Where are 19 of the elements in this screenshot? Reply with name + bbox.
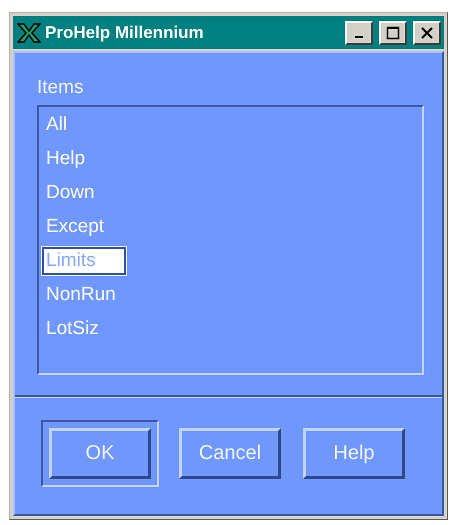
- list-item[interactable]: Help: [42, 145, 90, 173]
- list-item[interactable]: NonRun: [42, 281, 120, 309]
- list-item[interactable]: Limits: [42, 247, 126, 275]
- close-button[interactable]: [413, 20, 441, 44]
- minimize-icon: [355, 36, 363, 38]
- list-label: Items: [37, 77, 84, 99]
- list-item[interactable]: Down: [42, 179, 99, 207]
- list-item[interactable]: All: [42, 111, 72, 139]
- list-item[interactable]: Except: [42, 213, 108, 241]
- dialog-button[interactable]: Help: [303, 428, 405, 478]
- minimize-button[interactable]: [345, 20, 373, 44]
- x-logo-icon: [17, 22, 41, 42]
- dialog-button[interactable]: Cancel: [179, 428, 281, 478]
- close-icon: [420, 26, 434, 40]
- maximize-icon: [386, 26, 400, 40]
- dialog-button[interactable]: OK: [49, 428, 151, 478]
- list-item[interactable]: LotSiz: [42, 315, 103, 343]
- window-title: ProHelp Millennium: [45, 22, 205, 42]
- maximize-button[interactable]: [379, 20, 407, 44]
